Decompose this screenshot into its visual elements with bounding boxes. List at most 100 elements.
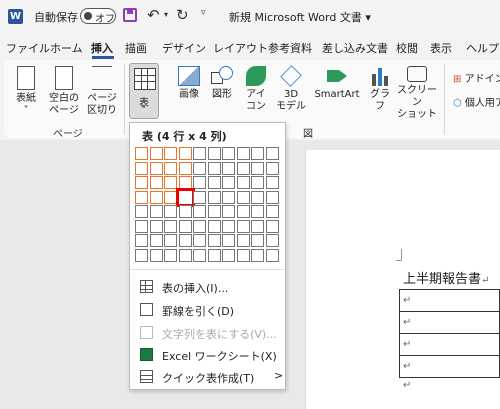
page-break-button[interactable]: ページ 区切り: [84, 66, 120, 117]
grid-cell[interactable]: [222, 219, 235, 233]
grid-cell[interactable]: [207, 176, 221, 189]
grid-cell[interactable]: [149, 219, 163, 233]
menu-item-insert-table[interactable]: 表の挿入(I)...: [130, 276, 285, 298]
grid-cell[interactable]: [236, 248, 250, 262]
tab-help[interactable]: ヘルプ: [466, 40, 499, 56]
grid-cell[interactable]: [193, 147, 206, 160]
icons-button[interactable]: アイ コン: [242, 66, 270, 113]
tab-design[interactable]: デザイン: [162, 40, 206, 56]
grid-cell[interactable]: [164, 219, 177, 233]
tab-file[interactable]: ファイル: [6, 40, 50, 56]
grid-cell[interactable]: [265, 176, 279, 189]
get-addins-button[interactable]: ⊞ アドインを: [453, 70, 500, 85]
redo-icon[interactable]: ↻: [176, 6, 189, 24]
grid-cell[interactable]: [178, 248, 192, 262]
table-cell[interactable]: ↵: [399, 333, 500, 356]
grid-cell[interactable]: [164, 161, 177, 175]
grid-cell[interactable]: [265, 234, 279, 247]
save-icon[interactable]: [123, 8, 137, 22]
grid-cell[interactable]: [251, 176, 264, 189]
grid-cell[interactable]: [236, 147, 250, 160]
undo-dropdown-icon[interactable]: ▾: [164, 10, 168, 19]
shapes-button[interactable]: 図形: [208, 66, 236, 101]
grid-cell[interactable]: [149, 147, 163, 160]
grid-cell[interactable]: [222, 190, 235, 204]
smartart-button[interactable]: SmartArt: [313, 66, 361, 101]
grid-cell[interactable]: [193, 205, 206, 218]
tab-layout[interactable]: レイアウト: [213, 40, 268, 56]
grid-cell[interactable]: [265, 147, 279, 160]
grid-cell[interactable]: [236, 176, 250, 189]
grid-cell[interactable]: [222, 248, 235, 262]
grid-cell[interactable]: [265, 161, 279, 175]
grid-cell[interactable]: [193, 190, 206, 204]
tab-home[interactable]: ホーム: [50, 40, 83, 56]
grid-cell[interactable]: [251, 248, 264, 262]
grid-cell[interactable]: [193, 161, 206, 175]
grid-cell[interactable]: [178, 205, 192, 218]
grid-cell[interactable]: [207, 248, 221, 262]
3d-models-button[interactable]: 3D モデル: [275, 65, 307, 113]
grid-cell[interactable]: [149, 234, 163, 247]
grid-cell[interactable]: [207, 161, 221, 175]
cover-page-button[interactable]: 表紙 ˅: [10, 66, 42, 117]
tab-view[interactable]: 表示: [430, 40, 452, 56]
grid-cell[interactable]: [251, 161, 264, 175]
grid-cell[interactable]: [265, 248, 279, 262]
grid-cell[interactable]: [207, 234, 221, 247]
grid-cell[interactable]: [178, 219, 192, 233]
table-cell[interactable]: ↵: [399, 311, 500, 334]
grid-cell[interactable]: [222, 234, 235, 247]
grid-cell[interactable]: [149, 176, 163, 189]
grid-cell[interactable]: [178, 234, 192, 247]
tab-mailings[interactable]: 差し込み文書: [322, 40, 388, 56]
grid-cell[interactable]: [207, 219, 221, 233]
grid-cell[interactable]: [236, 190, 250, 204]
personal-addins-button[interactable]: ⬡ 個人用ア: [453, 94, 500, 109]
document-title[interactable]: 新規 Microsoft Word 文書 ▾: [229, 9, 371, 25]
grid-cell[interactable]: [251, 147, 264, 160]
grid-cell[interactable]: [222, 161, 235, 175]
grid-cell[interactable]: [193, 248, 206, 262]
grid-cell[interactable]: [193, 219, 206, 233]
document-heading[interactable]: 上半期報告書↵: [403, 268, 489, 287]
menu-item-quick-tables[interactable]: クイック表作成(T) >: [130, 366, 285, 388]
grid-cell[interactable]: [149, 161, 163, 175]
blank-page-button[interactable]: 空白の ページ: [46, 66, 82, 117]
picture-button[interactable]: 画像: [174, 66, 204, 101]
customize-qat-icon[interactable]: ▿: [201, 8, 206, 18]
grid-cell[interactable]: [265, 190, 279, 204]
grid-cell[interactable]: [164, 248, 177, 262]
grid-cell[interactable]: [178, 147, 192, 160]
tab-review[interactable]: 校閲: [396, 40, 418, 56]
tab-draw[interactable]: 描画: [125, 40, 147, 56]
grid-cell[interactable]: [178, 161, 192, 175]
grid-cell[interactable]: [164, 234, 177, 247]
grid-cell[interactable]: [251, 219, 264, 233]
grid-cell[interactable]: [236, 205, 250, 218]
grid-cell[interactable]: [207, 147, 221, 160]
grid-cell[interactable]: [149, 190, 163, 204]
grid-cell[interactable]: [222, 205, 235, 218]
grid-cell[interactable]: [193, 234, 206, 247]
grid-cell[interactable]: [222, 147, 235, 160]
menu-item-excel-worksheet[interactable]: Excel ワークシート(X): [130, 344, 285, 366]
grid-cell[interactable]: [251, 205, 264, 218]
grid-cell[interactable]: [251, 190, 264, 204]
grid-cell[interactable]: [222, 176, 235, 189]
grid-cell[interactable]: [265, 205, 279, 218]
table-cell[interactable]: ↵: [399, 289, 500, 312]
autosave-toggle[interactable]: オフ: [80, 8, 116, 25]
screenshot-button[interactable]: スクリーン ショット: [395, 66, 439, 121]
undo-icon[interactable]: ↶: [147, 6, 160, 24]
grid-cell[interactable]: [135, 219, 148, 233]
grid-cell[interactable]: [207, 190, 221, 204]
grid-cell[interactable]: [135, 147, 148, 160]
tab-references[interactable]: 参考資料: [268, 40, 312, 56]
grid-cell[interactable]: [164, 147, 177, 160]
grid-cell-current[interactable]: [175, 187, 195, 207]
grid-cell[interactable]: [236, 161, 250, 175]
grid-cell[interactable]: [236, 219, 250, 233]
grid-cell[interactable]: [135, 176, 148, 189]
grid-cell[interactable]: [135, 205, 148, 218]
